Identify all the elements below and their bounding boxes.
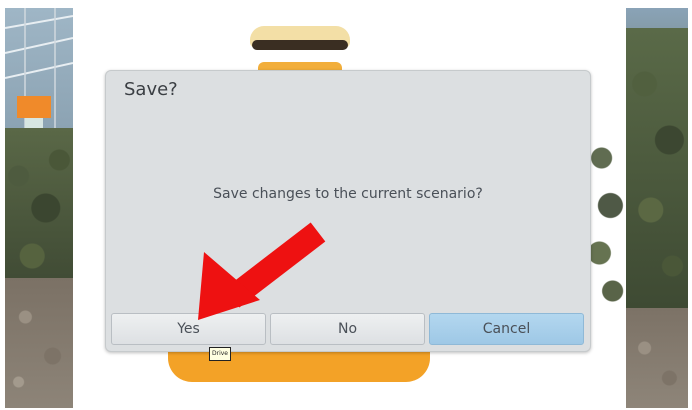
background-scenery-left — [5, 8, 73, 408]
tooltip: Drive — [209, 347, 231, 361]
foliage — [5, 128, 73, 288]
cancel-button[interactable]: Cancel — [429, 313, 584, 345]
background-scenery-right — [626, 8, 688, 408]
ground — [626, 308, 688, 408]
no-button[interactable]: No — [270, 313, 425, 345]
app-screen: Save? Save changes to the current scenar… — [0, 0, 692, 410]
dialog-message: Save changes to the current scenario? — [213, 186, 483, 202]
ground — [5, 278, 73, 408]
foliage — [626, 28, 688, 308]
save-dialog: Save? Save changes to the current scenar… — [105, 70, 591, 352]
decorative-pill-top — [250, 26, 350, 74]
dialog-title: Save? — [124, 79, 178, 100]
yes-button[interactable]: Yes — [111, 313, 266, 345]
